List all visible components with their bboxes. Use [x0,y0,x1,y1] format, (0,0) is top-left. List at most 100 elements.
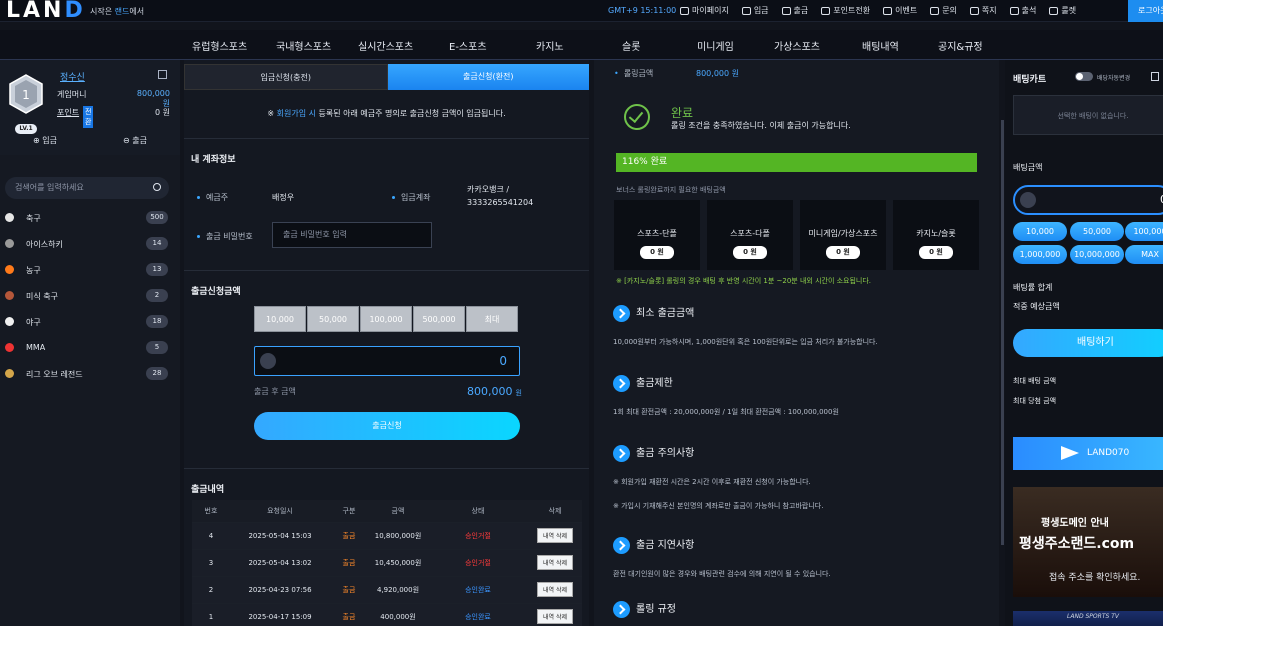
rolling-value: 800,000 원 [696,69,739,78]
top-link[interactable]: 문의 [930,5,957,16]
delete-button[interactable]: 내역 삭제 [537,582,573,597]
reset-icon[interactable] [260,353,276,369]
sports-tv-banner[interactable]: LAND SPORTS TV [1013,611,1163,626]
rolling-progress-bar: 116% 완료 [616,153,977,172]
amount-button[interactable]: 최대 [466,306,518,332]
amount-button[interactable]: 500,000 [413,306,465,332]
top-links: 마이페이지 입금 출금 포인트전환 이벤트 문의 쪽지 출석 룰렛 [680,5,1076,16]
reset-icon[interactable] [1020,192,1036,208]
point-row: 포인트 전환 0 원 [57,106,170,128]
sport-count: 500 [146,211,168,224]
withdraw-button[interactable]: ⊖ 출금 [90,130,180,152]
amount-button[interactable]: 100,000 [360,306,412,332]
nav-item[interactable]: E-스포츠 [449,38,487,53]
nav-item[interactable]: 유럽형스포츠 [192,38,247,53]
top-link[interactable]: 쪽지 [969,5,997,16]
bet-chip[interactable]: 10,000,000 [1070,245,1124,264]
max-bet-label: 최대 배팅 금액 [1013,377,1057,385]
delete-button[interactable]: 내역 삭제 [537,528,573,543]
sport-item[interactable]: MMA 5 [0,335,180,361]
after-label: 출금 후 금액 [254,387,296,396]
bank-name: 카카오뱅크 / [467,185,510,194]
search-icon[interactable] [153,183,161,191]
top-link[interactable]: 룰렛 [1049,5,1076,16]
casino-note: ※ [카지노/슬롯] 롤링의 경우 배팅 후 반영 시간이 1분 ~20분 내외… [616,277,872,285]
logout-button[interactable]: 로그아웃 [1128,0,1163,22]
auto-odds-toggle[interactable] [1075,72,1093,81]
sport-item[interactable]: 아이스하키 14 [0,231,180,257]
required-bet-box: 미니게임/가상스포츠 0 원 [800,200,886,270]
cell-delete: 내역 삭제 [528,602,582,626]
bet-chip[interactable]: 100,000 [1125,222,1163,241]
required-bet-box: 스포츠-다폴 0 원 [707,200,793,270]
bet-chip[interactable]: 10,000 [1013,222,1067,241]
site-logo[interactable]: LAND [6,0,86,22]
check-icon [624,104,650,130]
top-link[interactable]: 마이페이지 [680,5,729,16]
rolling-row: • 롤링금액 800,000 원 [614,69,739,78]
nav-item[interactable]: 공지&규정 [938,38,983,53]
bet-name: 스포츠-단폴 [637,229,677,238]
withdraw-password-input[interactable]: 출금 비밀번호 입력 [272,222,432,248]
point-convert-button[interactable]: 전환 [83,106,94,128]
amount-button[interactable]: 50,000 [307,306,359,332]
telegram-icon [1061,446,1079,460]
sport-item[interactable]: 농구 13 [0,257,180,283]
place-bet-button[interactable]: 배팅하기 [1013,329,1163,357]
arrow-icon [613,600,630,618]
telegram-button[interactable]: LAND070 [1013,437,1163,470]
cell-date: 2025-04-23 07:56 [230,575,330,603]
bet-chip[interactable]: 50,000 [1070,222,1124,241]
logout-icon[interactable] [158,70,167,79]
delete-button[interactable]: 내역 삭제 [537,555,573,570]
username[interactable]: 정수신 [60,70,85,83]
cell-date: 2025-04-17 15:09 [230,602,330,626]
cell-no: 4 [192,521,230,549]
cell-date: 2025-05-04 15:03 [230,521,330,549]
link-icon [883,6,893,15]
required-bet-box: 카지노/슬롯 0 원 [893,200,979,270]
nav-item[interactable]: 미니게임 [697,38,734,53]
nav-item[interactable]: 카지노 [536,38,564,53]
sport-item[interactable]: 야구 18 [0,309,180,335]
top-link[interactable]: 이벤트 [883,5,917,16]
bet-amount-label: 배팅금액 [1013,163,1043,172]
bet-amount-input[interactable]: 0 [1013,185,1163,215]
search-input[interactable]: 검색어를 입력하세요 [5,177,169,199]
deposit-withdraw-tabs: 입금신청(충전) 출금신청(환전) [184,64,589,90]
info-section-title: 출금제한 [613,374,673,392]
divider [184,138,589,139]
nav-item[interactable]: 슬롯 [622,38,640,53]
top-link[interactable]: 포인트전환 [821,5,870,16]
sport-item[interactable]: 축구 500 [0,205,180,231]
sport-item[interactable]: 리그 오브 레전드 28 [0,361,180,387]
tab-deposit[interactable]: 입금신청(충전) [184,64,388,90]
sport-count: 14 [146,237,168,250]
amount-button[interactable]: 10,000 [254,306,306,332]
delete-button[interactable]: 내역 삭제 [537,609,573,625]
nav-item[interactable]: 국내형스포츠 [276,38,331,53]
withdraw-submit-button[interactable]: 출금신청 [254,412,520,440]
nav-item[interactable]: 가상스포츠 [774,38,820,53]
withdraw-notice: ※ 회원가입 시 등록된 아래 예금주 명의로 출금신청 금액이 입금됩니다. [267,109,506,118]
top-link-label: 포인트전환 [833,6,871,15]
deposit-button[interactable]: ⊕ 입금 [0,130,90,152]
column-header: 번호 [192,500,230,522]
amount-input[interactable]: 0 [254,346,520,376]
domain-banner[interactable]: 평생도메인 안내 평생주소랜드.com 접속 주소를 확인하세요. [1013,487,1163,597]
after-value: 800,000 원 [467,385,522,398]
nav-item[interactable]: 배팅내역 [862,38,899,53]
top-link[interactable]: 출금 [781,5,808,16]
expected-win-label: 적중 예상금액 [1013,302,1060,311]
top-link[interactable]: 출석 [1009,5,1036,16]
top-link[interactable]: 입금 [741,5,769,16]
nav-item[interactable]: 실시간스포츠 [358,38,413,53]
arrow-icon [613,374,630,392]
sport-item[interactable]: 미식 축구 2 [0,283,180,309]
trash-icon[interactable] [1151,72,1159,81]
bet-value: 0 원 [919,246,953,259]
scrollbar[interactable] [1001,120,1004,545]
bet-chip[interactable]: MAX [1125,245,1163,264]
bet-chip[interactable]: 1,000,000 [1013,245,1067,264]
tab-withdraw[interactable]: 출금신청(환전) [387,64,589,90]
